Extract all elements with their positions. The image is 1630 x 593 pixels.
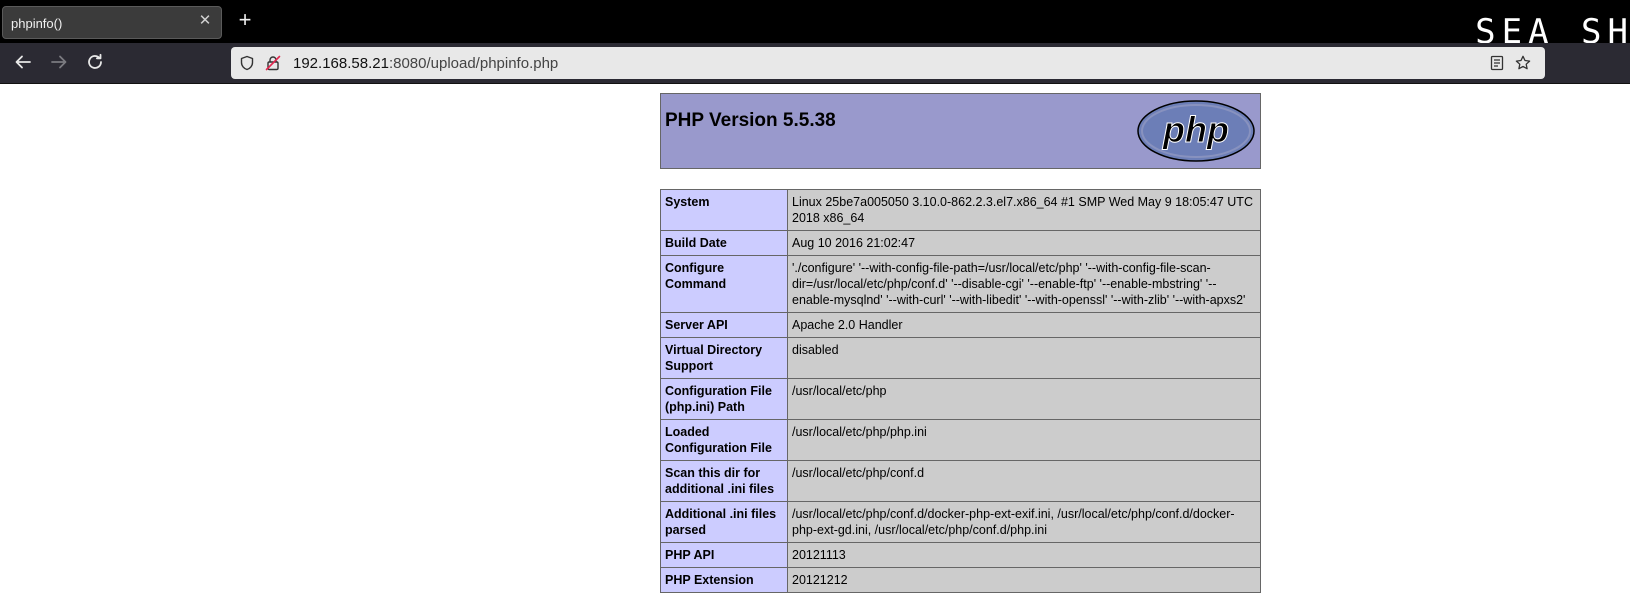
php-logo-icon: php [1137,100,1255,162]
row-value: './configure' '--with-config-file-path=/… [787,255,1261,313]
table-row: PHP Extension 20121212 [660,567,1261,593]
row-value: /usr/local/etc/php/conf.d/docker-php-ext… [787,501,1261,543]
reload-button[interactable] [84,53,106,75]
php-logo-link[interactable]: php [1136,99,1256,168]
row-value: /usr/local/etc/php/conf.d [787,460,1261,502]
row-value: disabled [787,337,1261,379]
tab-strip: phpinfo() ✕ + SEA SH [0,0,1630,50]
forward-button[interactable] [48,53,70,75]
back-arrow-icon [14,53,32,76]
page-title: PHP Version 5.5.38 [665,110,836,131]
php-logo-text: php [1162,109,1229,150]
row-value: /usr/local/etc/php/php.ini [787,419,1261,461]
table-row: PHP API 20121113 [660,542,1261,568]
table-row: Build Date Aug 10 2016 21:02:47 [660,230,1261,256]
url-text[interactable]: 192.168.58.21:8080/upload/phpinfo.php [293,55,558,72]
php-info-table: System Linux 25be7a005050 3.10.0-862.2.3.… [660,189,1261,593]
table-row: Scan this dir for additional .ini files /… [660,460,1261,502]
row-label: System [660,189,788,231]
reader-view-icon[interactable] [1489,55,1505,71]
url-path: :8080/upload/phpinfo.php [388,55,559,72]
row-label: PHP API [660,542,788,568]
close-tab-icon[interactable]: ✕ [197,13,213,29]
php-version-header: PHP Version 5.5.38 php [660,93,1261,169]
row-label: Build Date [660,230,788,256]
row-label: Scan this dir for additional .ini files [660,460,788,502]
row-label: PHP Extension [660,567,788,593]
back-button[interactable] [12,53,34,75]
table-row: Additional .ini files parsed/usr/local/e… [660,501,1261,543]
reload-icon [86,53,104,76]
table-row: System Linux 25be7a005050 3.10.0-862.2.3.… [660,189,1261,231]
tab-title: phpinfo() [11,16,63,31]
insecure-lock-icon[interactable] [265,55,281,71]
row-label: Server API [660,312,788,338]
url-host: 192.168.58.21 [293,55,389,72]
forward-arrow-icon [50,53,68,76]
address-bar[interactable]: 192.168.58.21:8080/upload/phpinfo.php [231,47,1545,79]
row-value: Apache 2.0 Handler [787,312,1261,338]
row-value: Aug 10 2016 21:02:47 [787,230,1261,256]
row-label: Virtual Directory Support [660,337,788,379]
row-label: Additional .ini files parsed [660,501,788,543]
table-row: Configure Command './configure' '--with-c… [660,255,1261,313]
row-label: Configuration File (php.ini) Path [660,378,788,420]
table-row: Loaded Configuration File/usr/local/etc/… [660,419,1261,461]
new-tab-button[interactable]: + [234,9,256,31]
table-row: Configuration File (php.ini) Path/usr/lo… [660,378,1261,420]
navigation-toolbar: 192.168.58.21:8080/upload/phpinfo.php [0,43,1630,84]
table-row: Server API Apache 2.0 Handler [660,312,1261,338]
row-value: Linux 25be7a005050 3.10.0-862.2.3.el7.x8… [787,189,1261,231]
shield-icon[interactable] [239,55,255,71]
row-value: 20121113 [787,542,1261,568]
table-row: Virtual Directory Support disabled [660,337,1261,379]
star-icon[interactable] [1515,55,1531,71]
tab-phpinfo[interactable]: phpinfo() ✕ [2,6,222,39]
row-label: Loaded Configuration File [660,419,788,461]
row-value: /usr/local/etc/php [787,378,1261,420]
row-label: Configure Command [660,255,788,313]
row-value: 20121212 [787,567,1261,593]
